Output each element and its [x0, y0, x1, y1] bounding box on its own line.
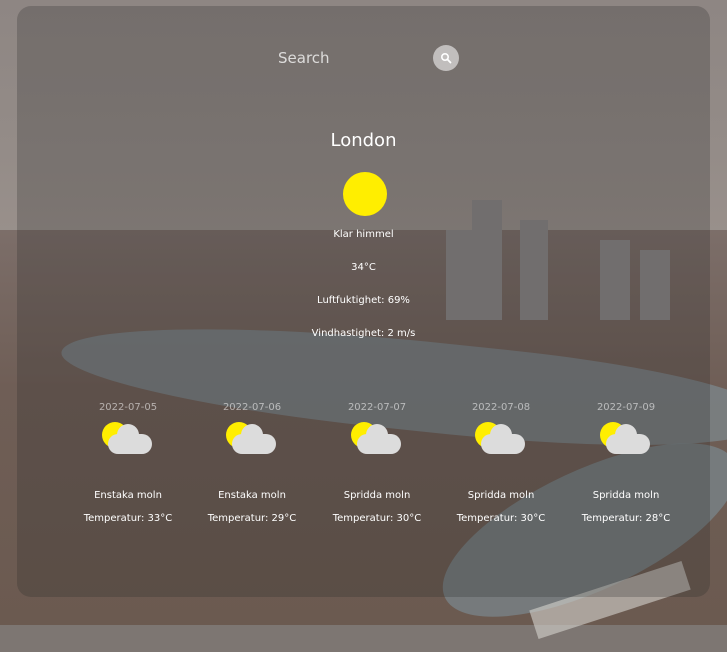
wind-speed: Vindhastighet: 2 m/s — [311, 328, 416, 339]
forecast-temperature: Temperatur: 30°C — [332, 513, 422, 524]
forecast-temperature: Temperatur: 28°C — [581, 513, 671, 524]
forecast-temperature: Temperatur: 29°C — [207, 513, 297, 524]
forecast-day: 2022-07-08 Spridda moln Temperatur: 30°C — [446, 402, 556, 524]
forecast-day: 2022-07-07 Spridda moln Temperatur: 30°C — [322, 402, 432, 524]
search-bar — [270, 44, 460, 72]
search-input[interactable] — [270, 44, 436, 72]
weather-description: Klar himmel — [333, 229, 394, 240]
city-name: London — [330, 130, 397, 151]
forecast-temperature: Temperatur: 33°C — [83, 513, 173, 524]
forecast-description: Enstaka moln — [94, 490, 162, 501]
forecast-description: Spridda moln — [592, 490, 660, 501]
forecast-description: Spridda moln — [467, 490, 535, 501]
forecast-date: 2022-07-07 — [347, 402, 407, 413]
partly-cloudy-icon — [224, 416, 280, 462]
forecast-date: 2022-07-08 — [471, 402, 531, 413]
current-temperature: 34°C — [351, 262, 376, 273]
search-icon — [440, 52, 452, 64]
forecast-date: 2022-07-09 — [596, 402, 656, 413]
partly-cloudy-icon — [349, 416, 405, 462]
humidity: Luftfuktighet: 69% — [317, 295, 410, 306]
sun-icon — [343, 172, 387, 216]
forecast-date: 2022-07-06 — [222, 402, 282, 413]
forecast-description: Enstaka moln — [218, 490, 286, 501]
forecast-day: 2022-07-06 Enstaka moln Temperatur: 29°C — [197, 402, 307, 524]
forecast-description: Spridda moln — [343, 490, 411, 501]
current-weather: Klar himmel 34°C Luftfuktighet: 69% Vind… — [0, 228, 727, 360]
forecast-day: 2022-07-05 Enstaka moln Temperatur: 33°C — [73, 402, 183, 524]
forecast-temperature: Temperatur: 30°C — [456, 513, 546, 524]
partly-cloudy-icon — [100, 416, 156, 462]
forecast-date: 2022-07-05 — [98, 402, 158, 413]
partly-cloudy-icon — [598, 416, 654, 462]
search-button[interactable] — [433, 45, 459, 71]
partly-cloudy-icon — [473, 416, 529, 462]
forecast-day: 2022-07-09 Spridda moln Temperatur: 28°C — [571, 402, 681, 524]
